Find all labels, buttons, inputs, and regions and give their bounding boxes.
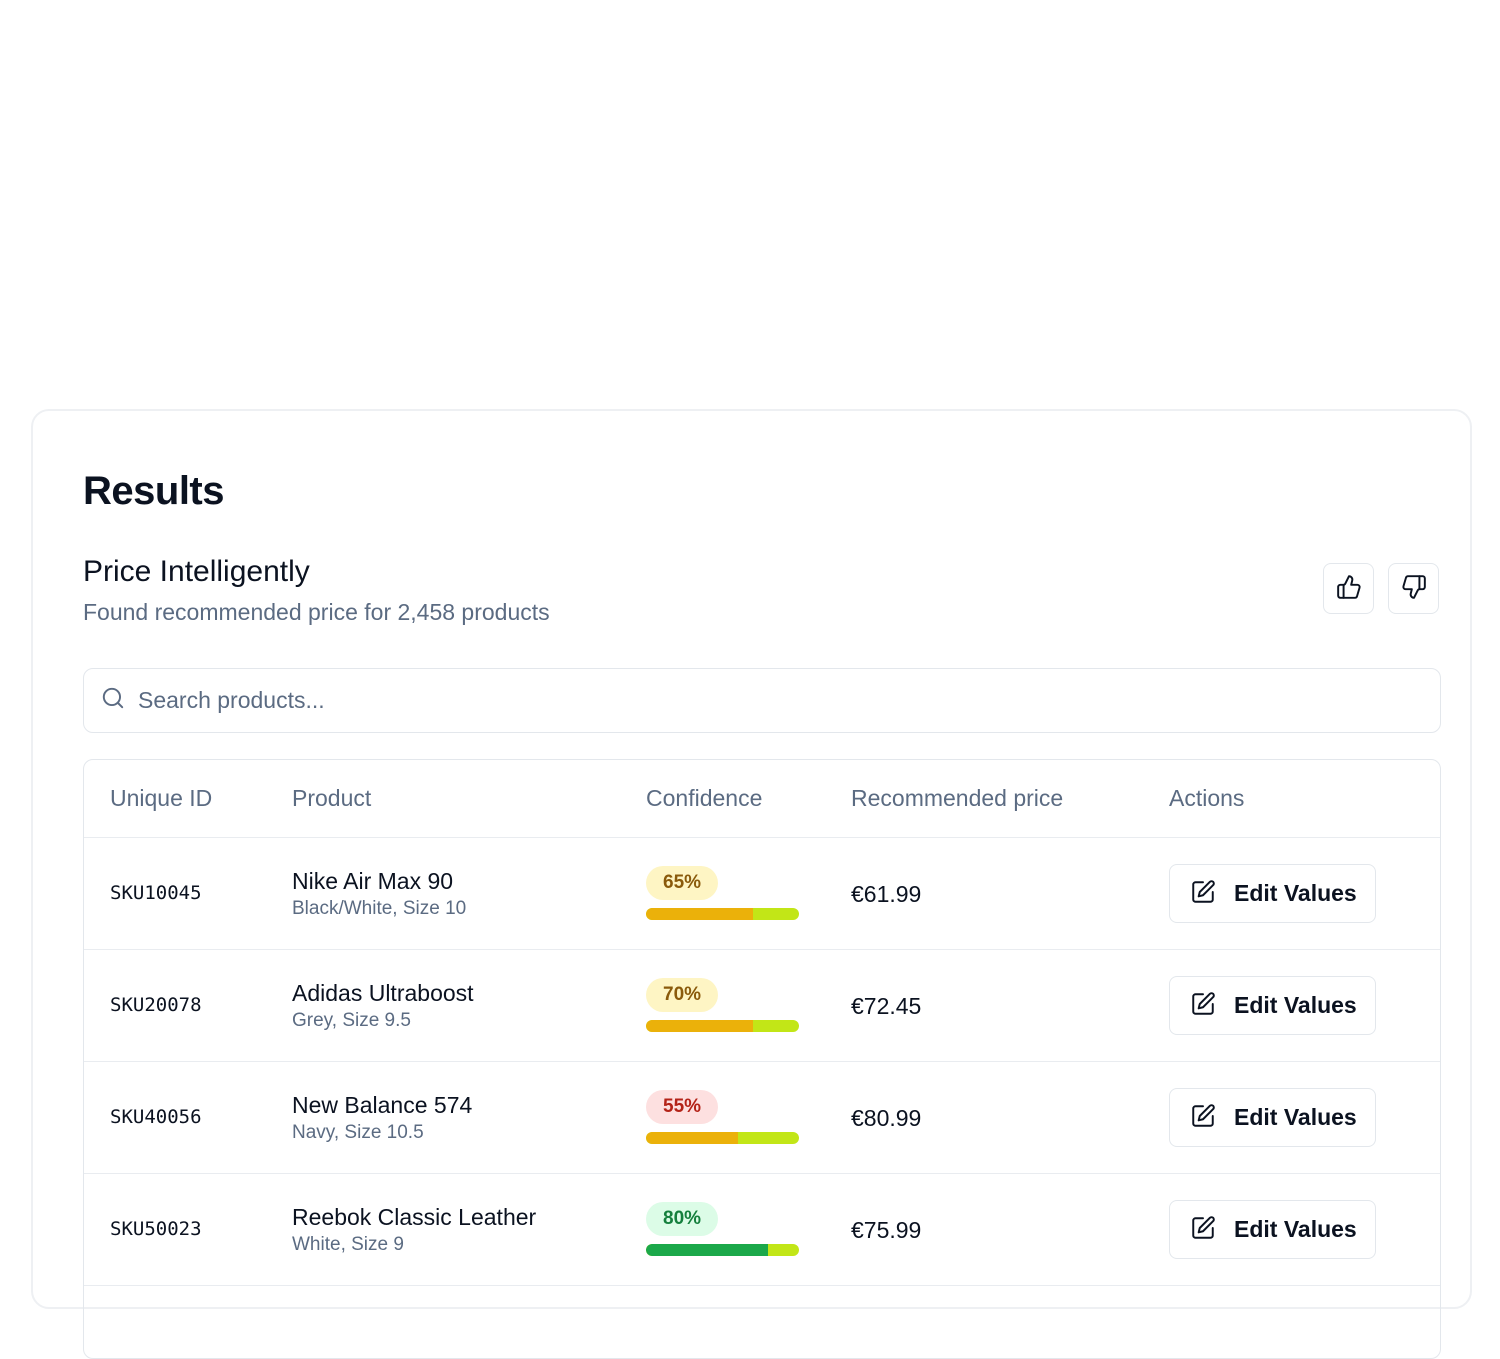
table-row: SKU10045 Nike Air Max 90 Black/White, Si… <box>84 838 1440 950</box>
product-name: New Balance 574 <box>292 1092 473 1118</box>
product-name: Nike Air Max 90 <box>292 868 454 894</box>
unique-id-cell: SKU20078 <box>110 994 202 1016</box>
product-name: Reebok Classic Leather <box>292 1204 537 1230</box>
edit-values-label: Edit Values <box>1234 992 1357 1018</box>
results-card: Results Price Intelligently Found recomm… <box>31 409 1472 1359</box>
confidence-bar-fill <box>646 1020 754 1032</box>
recommended-price: €72.45 <box>851 993 922 1019</box>
product-name: Adidas Ultraboost <box>292 980 474 1006</box>
product-variant: Grey, Size 9.5 <box>292 1010 411 1031</box>
results-summary: Found recommended price for 2,458 produc… <box>83 599 550 625</box>
column-header-confidence: Confidence <box>646 785 763 811</box>
edit-values-button[interactable]: Edit Values <box>1169 1088 1376 1147</box>
search-icon <box>100 685 126 716</box>
confidence-badge: 65% <box>646 866 719 900</box>
product-variant: Black/White, Size 10 <box>292 898 467 919</box>
edit-values-label: Edit Values <box>1234 1104 1357 1130</box>
column-header-recommended-price: Recommended price <box>851 785 1064 811</box>
confidence-bar <box>646 908 799 920</box>
recommended-price: €80.99 <box>851 1105 922 1131</box>
confidence-bar <box>646 1244 799 1256</box>
products-table: Unique ID Product Confidence Recommended… <box>83 759 1441 1359</box>
column-header-actions: Actions <box>1169 785 1245 811</box>
edit-values-button[interactable]: Edit Values <box>1169 976 1376 1035</box>
unique-id-cell: SKU50023 <box>110 1218 202 1240</box>
recommended-price: €61.99 <box>851 881 922 907</box>
thumbs-down-icon <box>1401 574 1427 603</box>
confidence-badge: 70% <box>646 978 719 1012</box>
confidence-bar-fill <box>646 908 754 920</box>
edit-values-button[interactable]: Edit Values <box>1169 1200 1376 1259</box>
search-bar <box>83 668 1441 733</box>
unique-id-cell: SKU40056 <box>110 1106 202 1128</box>
column-header-product: Product <box>292 785 372 811</box>
search-input[interactable] <box>136 686 1340 715</box>
section-subtitle: Price Intelligently <box>83 555 310 588</box>
unique-id-cell: SKU10045 <box>110 882 202 904</box>
confidence-bar <box>646 1132 799 1144</box>
confidence-bar <box>646 1020 799 1032</box>
edit-values-label: Edit Values <box>1234 880 1357 906</box>
thumbs-up-icon <box>1336 574 1362 603</box>
edit-values-label: Edit Values <box>1234 1216 1357 1242</box>
column-header-unique-id: Unique ID <box>110 785 213 811</box>
edit-values-button[interactable]: Edit Values <box>1169 864 1376 923</box>
table-row: SKU20078 Adidas Ultraboost Grey, Size 9.… <box>84 950 1440 1062</box>
edit-icon <box>1190 879 1216 908</box>
confidence-bar-fill <box>646 1244 769 1256</box>
confidence-badge: 55% <box>646 1090 719 1124</box>
edit-icon <box>1190 1215 1216 1244</box>
table-header: Unique ID Product Confidence Recommended… <box>84 760 1440 838</box>
recommended-price: €75.99 <box>851 1217 922 1243</box>
edit-icon <box>1190 991 1216 1020</box>
product-variant: Navy, Size 10.5 <box>292 1122 424 1143</box>
product-variant: White, Size 9 <box>292 1234 404 1255</box>
thumbs-up-button[interactable] <box>1323 563 1374 614</box>
confidence-badge: 80% <box>646 1202 719 1236</box>
thumbs-down-button[interactable] <box>1388 563 1439 614</box>
edit-icon <box>1190 1103 1216 1132</box>
confidence-bar-fill <box>646 1132 738 1144</box>
table-row: SKU50023 Reebok Classic Leather White, S… <box>84 1174 1440 1286</box>
table-row: SKU40056 New Balance 574 Navy, Size 10.5… <box>84 1062 1440 1174</box>
results-title: Results <box>83 469 225 513</box>
